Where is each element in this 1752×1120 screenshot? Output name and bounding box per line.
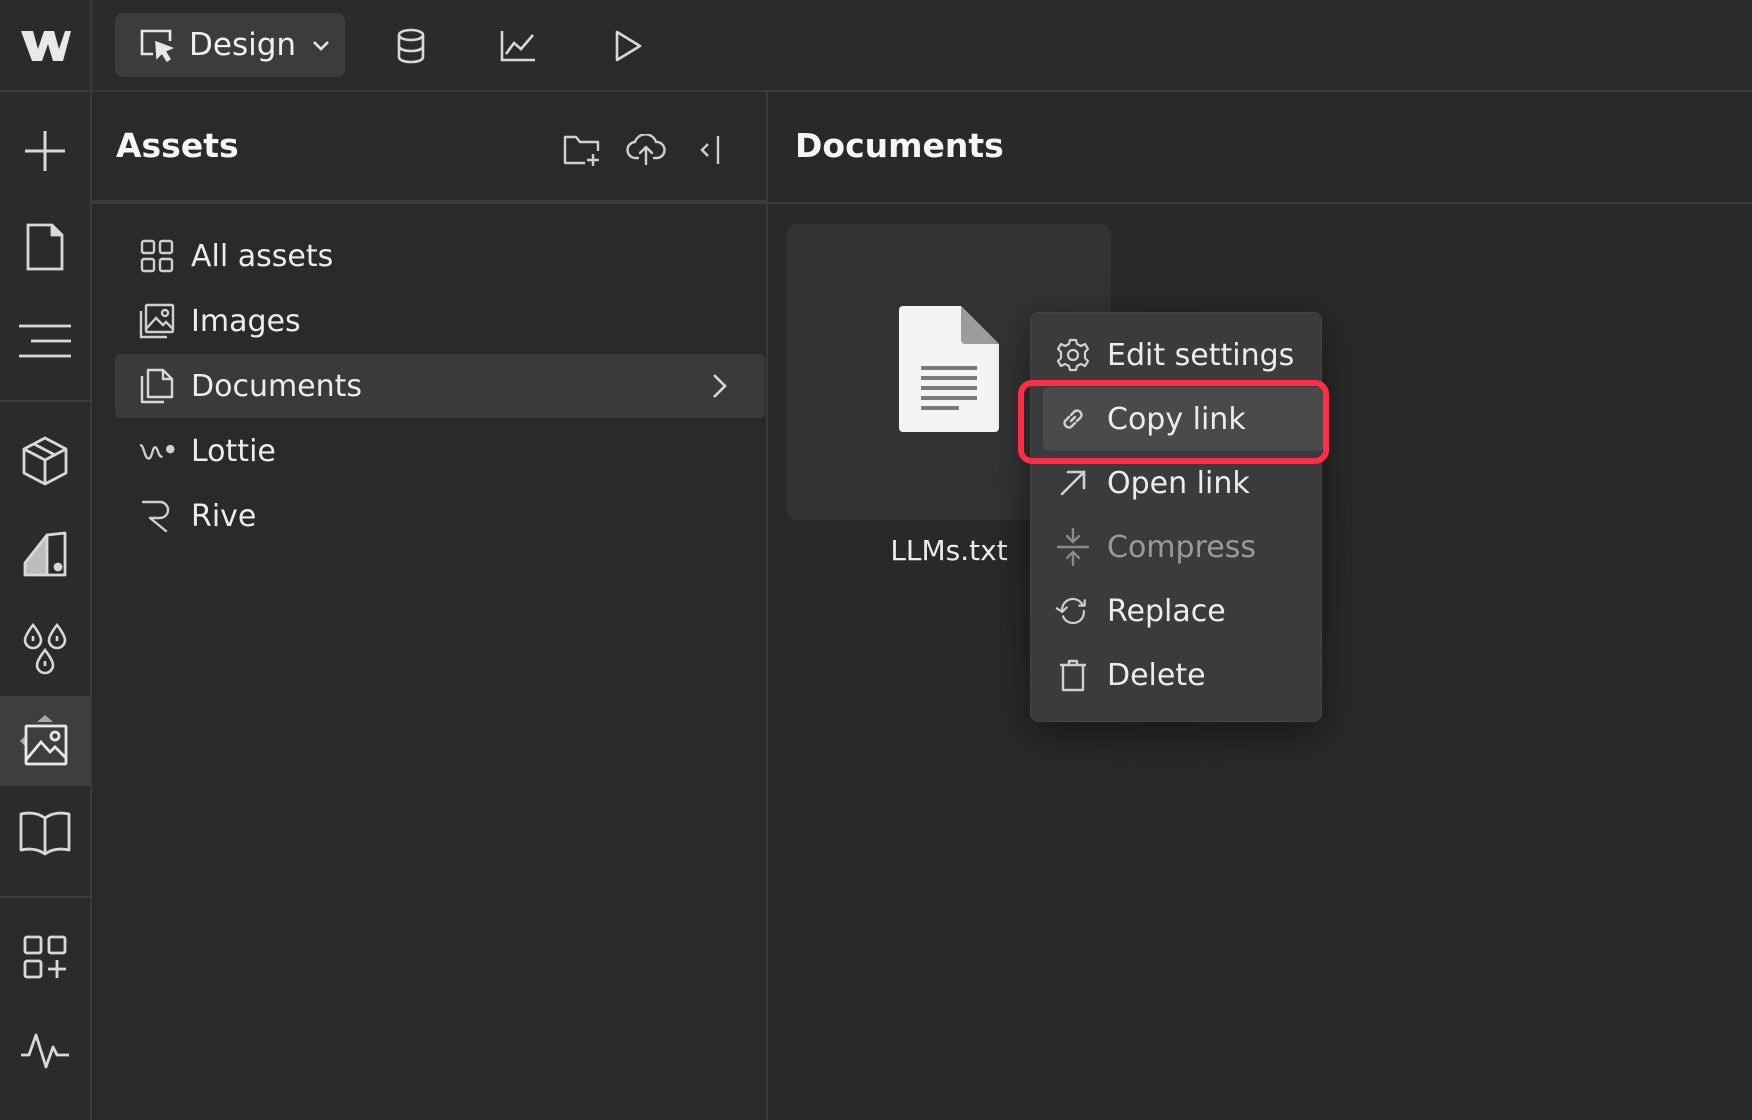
rail-assets[interactable]	[0, 696, 90, 786]
link-icon	[1055, 401, 1091, 437]
menu-item-label: Replace	[1107, 593, 1226, 629]
lottie-icon	[139, 433, 175, 469]
menu-item-compress: Compress	[1031, 515, 1323, 579]
rail-components[interactable]	[0, 416, 90, 506]
asset-item-label: Images	[191, 303, 301, 339]
menu-item-label: Edit settings	[1107, 337, 1295, 373]
preview-play-icon	[615, 30, 642, 62]
rail-variables[interactable]	[0, 604, 90, 694]
chevron-right-icon	[713, 374, 727, 398]
upload-button[interactable]	[624, 128, 668, 172]
menu-item-label: Open link	[1107, 465, 1250, 501]
rail-activity[interactable]	[0, 1006, 90, 1096]
menu-item-replace[interactable]: Replace	[1031, 579, 1323, 643]
asset-item-images[interactable]: Images	[115, 289, 765, 353]
top-bar: Design	[0, 0, 1752, 92]
menu-item-label: Compress	[1107, 529, 1256, 565]
mode-label: Design	[189, 27, 297, 63]
trash-icon	[1055, 657, 1091, 693]
menu-item-label: Delete	[1107, 657, 1206, 693]
asset-item-label: Rive	[191, 498, 257, 534]
assets-panel: Assets All assets Images Documents Lotti…	[92, 92, 768, 1120]
navigator-icon	[19, 324, 71, 358]
menu-item-open-link[interactable]: Open link	[1031, 451, 1323, 515]
logo-cell[interactable]	[0, 0, 92, 92]
grid-icon	[139, 238, 175, 274]
rail-learn[interactable]	[0, 788, 90, 878]
menu-item-delete[interactable]: Delete	[1031, 643, 1323, 707]
activity-icon	[21, 1033, 69, 1069]
collapse-panel-button[interactable]	[688, 128, 732, 172]
new-folder-button[interactable]	[560, 128, 604, 172]
preview-button[interactable]	[606, 24, 650, 68]
rail-style-selectors[interactable]	[0, 510, 90, 600]
asset-item-label: Lottie	[191, 433, 276, 469]
asset-item-label: Documents	[191, 368, 363, 404]
assets-header: Assets	[92, 92, 768, 204]
rail-pages[interactable]	[0, 202, 90, 292]
menu-item-copy-link[interactable]: Copy link	[1043, 387, 1325, 451]
book-icon	[19, 811, 71, 856]
assets-icon	[20, 715, 68, 766]
design-mode-icon	[140, 29, 175, 62]
page-icon	[26, 223, 64, 271]
documents-header: Documents	[768, 92, 1752, 204]
rail-navigator[interactable]	[0, 296, 90, 386]
webflow-logo-icon	[21, 31, 71, 61]
context-menu: Edit settings Copy link Open link Compre…	[1030, 312, 1325, 722]
rail-apps[interactable]	[0, 912, 90, 1002]
arrow-up-right-icon	[1055, 465, 1091, 501]
analytics-icon	[500, 31, 535, 62]
menu-item-edit-settings[interactable]: Edit settings	[1031, 323, 1323, 387]
app-window: Design Assets All assets Images Document…	[0, 0, 1752, 1120]
compress-icon	[1055, 527, 1091, 567]
collapse-panel-icon	[700, 136, 720, 164]
asset-item-all-assets[interactable]: All assets	[115, 224, 765, 288]
documents-title: Documents	[795, 126, 1004, 165]
variables-icon	[23, 622, 67, 675]
apps-icon	[23, 935, 67, 979]
new-folder-icon	[563, 135, 600, 166]
add-icon	[25, 131, 65, 171]
rive-icon	[139, 498, 175, 534]
upload-cloud-icon	[626, 134, 666, 166]
gear-icon	[1055, 337, 1091, 373]
assets-title: Assets	[116, 126, 239, 165]
components-icon	[22, 436, 68, 486]
rail-divider	[0, 896, 90, 898]
documents-icon	[139, 368, 175, 404]
analytics-button[interactable]	[496, 24, 540, 68]
design-mode-button[interactable]: Design	[115, 13, 345, 77]
cms-button[interactable]	[389, 24, 433, 68]
rail-divider	[0, 400, 90, 402]
style-selectors-icon	[23, 531, 67, 577]
image-icon	[139, 303, 175, 339]
asset-item-documents[interactable]: Documents	[115, 354, 765, 418]
menu-item-label: Copy link	[1107, 401, 1246, 437]
left-rail	[0, 92, 92, 1120]
database-icon	[397, 28, 425, 64]
chevron-down-icon	[313, 41, 329, 51]
replace-icon	[1055, 593, 1091, 629]
asset-item-label: All assets	[191, 238, 334, 274]
rail-add[interactable]	[0, 106, 90, 196]
asset-item-rive[interactable]: Rive	[115, 484, 765, 548]
asset-item-lottie[interactable]: Lottie	[115, 419, 765, 483]
